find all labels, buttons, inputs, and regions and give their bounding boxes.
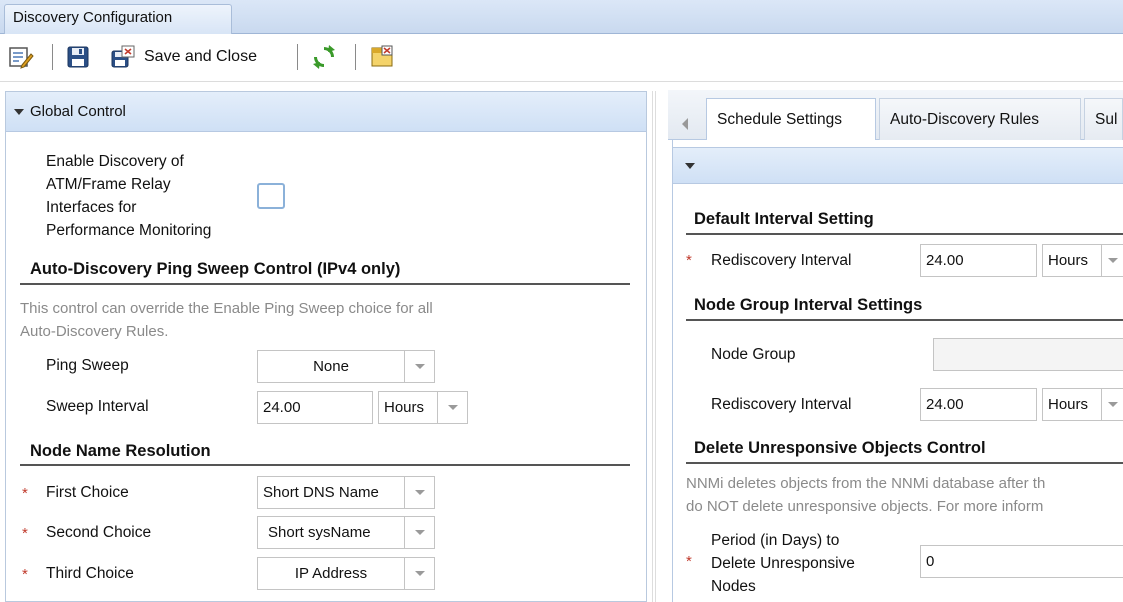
edit-button[interactable] xyxy=(8,42,34,72)
save-close-icon xyxy=(111,45,135,68)
node-group-interval-title: Node Group Interval Settings xyxy=(694,296,923,314)
ping-sweep-section-title: Auto-Discovery Ping Sweep Control (IPv4 … xyxy=(30,260,401,278)
first-choice-label: First Choice xyxy=(46,484,129,501)
period-days-input[interactable]: 0 xyxy=(920,545,1123,578)
global-control-header[interactable]: Global Control xyxy=(6,92,646,132)
node-group-input[interactable] xyxy=(933,338,1123,371)
edit-form-icon xyxy=(9,47,34,69)
rediscovery-interval-unit-value: Hours xyxy=(1048,252,1089,269)
atm-frame-relay-label: Enable Discovery of ATM/Frame Relay Inte… xyxy=(46,153,212,239)
chevron-down-icon[interactable] xyxy=(1101,245,1123,276)
ping-sweep-description: This control can override the Enable Pin… xyxy=(20,300,433,340)
chevron-down-icon[interactable] xyxy=(1101,389,1123,420)
second-choice-value: Short sysName xyxy=(268,524,371,541)
required-marker: * xyxy=(22,485,28,502)
rediscovery-interval-label: Rediscovery Interval xyxy=(711,252,852,269)
node-group-rediscovery-interval-input[interactable]: 24.00 xyxy=(920,388,1037,421)
required-marker: * xyxy=(22,525,28,542)
window-title: Discovery Configuration xyxy=(13,9,173,26)
save-and-close-label: Save and Close xyxy=(144,48,257,65)
sweep-interval-label: Sweep Interval xyxy=(46,398,149,415)
collapse-triangle-icon xyxy=(685,163,695,169)
ping-sweep-label: Ping Sweep xyxy=(46,357,129,374)
tab-scroll-left-icon[interactable] xyxy=(670,108,700,140)
section-divider xyxy=(686,462,1123,464)
chevron-down-icon[interactable] xyxy=(404,477,434,508)
third-choice-select[interactable]: IP Address xyxy=(257,557,435,590)
close-button[interactable] xyxy=(370,42,394,72)
rediscovery-interval-unit-select[interactable]: Hours xyxy=(1042,244,1123,277)
chevron-down-icon[interactable] xyxy=(404,517,434,548)
node-group-interval-unit-value: Hours xyxy=(1048,396,1089,413)
first-choice-select[interactable]: Short DNS Name xyxy=(257,476,435,509)
global-control-title: Global Control xyxy=(30,103,126,120)
close-form-icon xyxy=(371,45,393,67)
toolbar-separator xyxy=(52,44,53,70)
third-choice-value: IP Address xyxy=(294,565,368,582)
first-choice-value: Short DNS Name xyxy=(263,484,379,501)
save-button[interactable] xyxy=(66,42,90,72)
window-title-tab[interactable]: Discovery Configuration xyxy=(4,4,232,34)
section-divider xyxy=(686,319,1123,321)
sweep-interval-input[interactable]: 24.00 xyxy=(257,391,373,424)
section-divider xyxy=(686,233,1123,235)
schedule-settings-header[interactable] xyxy=(673,147,1123,184)
required-marker: * xyxy=(22,566,28,583)
default-interval-title: Default Interval Setting xyxy=(694,210,874,228)
save-and-close-button[interactable]: Save and Close xyxy=(110,42,257,72)
section-divider xyxy=(20,283,630,285)
second-choice-label: Second Choice xyxy=(46,524,152,541)
required-marker: * xyxy=(686,252,692,269)
node-group-interval-unit-select[interactable]: Hours xyxy=(1042,388,1123,421)
sweep-interval-unit-select[interactable]: Hours xyxy=(378,391,468,424)
ping-sweep-select[interactable]: None xyxy=(257,350,435,383)
collapse-triangle-icon xyxy=(14,109,24,116)
floppy-disk-icon xyxy=(67,46,89,68)
period-delete-unresponsive-label: Period (in Days) to Delete Unresponsive … xyxy=(711,532,855,595)
chevron-down-icon[interactable] xyxy=(404,351,434,382)
delete-unresponsive-description: NNMi deletes objects from the NNMi datab… xyxy=(686,475,1046,515)
toolbar-separator xyxy=(297,44,298,70)
rediscovery-interval-input[interactable]: 24.00 xyxy=(920,244,1037,277)
tab-subnet-partial[interactable]: Sul xyxy=(1084,98,1123,140)
atm-frame-relay-checkbox[interactable] xyxy=(257,183,285,209)
section-divider xyxy=(20,464,630,466)
tab-auto-discovery-rules[interactable]: Auto-Discovery Rules xyxy=(879,98,1081,140)
chevron-down-icon[interactable] xyxy=(437,392,467,423)
ping-sweep-value: None xyxy=(313,358,349,375)
panel-splitter[interactable] xyxy=(652,91,656,602)
third-choice-label: Third Choice xyxy=(46,565,134,582)
refresh-icon xyxy=(313,45,335,69)
node-name-resolution-title: Node Name Resolution xyxy=(30,442,211,460)
tab-schedule-settings[interactable]: Schedule Settings xyxy=(706,98,876,141)
second-choice-select[interactable]: Short sysName xyxy=(257,516,435,549)
node-group-rediscovery-interval-label: Rediscovery Interval xyxy=(711,396,852,413)
delete-unresponsive-title: Delete Unresponsive Objects Control xyxy=(694,439,986,457)
node-group-label: Node Group xyxy=(711,346,796,363)
refresh-button[interactable] xyxy=(311,42,337,72)
sweep-interval-unit-value: Hours xyxy=(384,399,425,416)
required-marker: * xyxy=(686,553,692,570)
chevron-down-icon[interactable] xyxy=(404,558,434,589)
toolbar-separator xyxy=(355,44,356,70)
